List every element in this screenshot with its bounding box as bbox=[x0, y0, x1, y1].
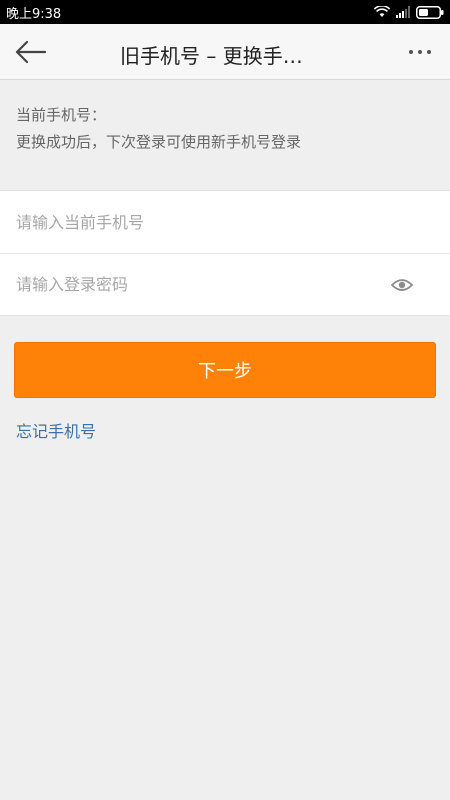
phone-input[interactable] bbox=[16, 212, 356, 232]
phone-field bbox=[0, 191, 450, 253]
status-time: 晚上9:38 bbox=[6, 6, 62, 22]
next-step-button[interactable]: 下一步 bbox=[14, 342, 436, 398]
back-button[interactable] bbox=[12, 36, 48, 68]
login-form bbox=[0, 190, 450, 316]
battery-icon bbox=[416, 5, 444, 19]
current-phone-label: 当前手机号： bbox=[16, 106, 107, 124]
more-dot bbox=[418, 50, 422, 54]
eye-icon bbox=[391, 279, 413, 291]
more-dots-icon bbox=[409, 50, 413, 54]
password-field bbox=[0, 253, 450, 315]
password-input[interactable] bbox=[16, 275, 356, 294]
arrow-left-icon bbox=[15, 40, 46, 64]
status-icons bbox=[374, 5, 444, 19]
wifi-icon bbox=[374, 6, 390, 17]
more-button[interactable] bbox=[404, 38, 436, 66]
more-dot bbox=[427, 50, 431, 54]
forgot-phone-link[interactable]: 忘记手机号 bbox=[16, 418, 96, 442]
info-hint: 更换成功后，下次登录可使用新手机号登录 bbox=[16, 133, 302, 151]
signal-icon bbox=[396, 6, 410, 18]
toggle-password-button[interactable] bbox=[390, 275, 414, 295]
page-title: 旧手机号 – 更换手… bbox=[120, 44, 303, 68]
nav-bar: 旧手机号 – 更换手… bbox=[0, 24, 450, 80]
status-bar: 晚上9:38 bbox=[0, 0, 450, 24]
info-section: 当前手机号： 更换成功后，下次登录可使用新手机号登录 bbox=[0, 80, 450, 190]
